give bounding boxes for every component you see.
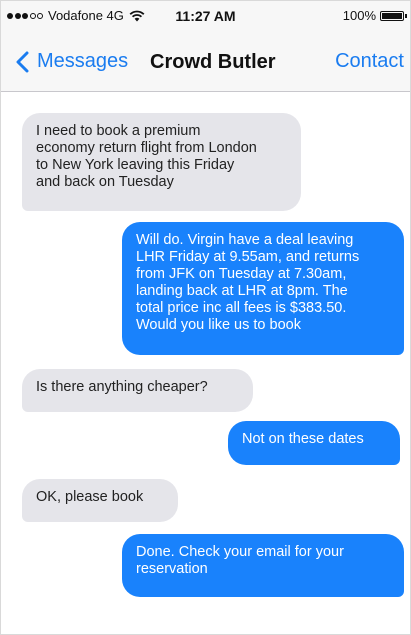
back-label: Messages xyxy=(37,50,129,72)
message-bubble-received: I need to book a premium economy return … xyxy=(22,113,301,211)
status-right: 100% xyxy=(342,8,407,23)
battery-percent: 100% xyxy=(342,8,376,23)
message-bubble-received: OK, please book xyxy=(22,479,178,522)
phone-screen: Vodafone 4G 11:27 AM 100% Messages Crowd… xyxy=(0,0,411,635)
conversation-title: Crowd Butler xyxy=(150,51,276,73)
message-bubble-sent: Not on these dates xyxy=(228,421,400,465)
contact-button[interactable]: Contact xyxy=(335,50,404,73)
message-bubble-received: Is there anything cheaper? xyxy=(22,369,253,412)
battery-icon xyxy=(380,10,407,21)
back-to-messages-button[interactable]: Messages xyxy=(15,50,128,73)
navigation-bar: Messages Crowd Butler Contact xyxy=(1,31,410,92)
message-bubble-sent: Done. Check your email for your reservat… xyxy=(122,534,404,597)
status-bar: Vodafone 4G 11:27 AM 100% xyxy=(1,1,410,31)
chevron-left-icon xyxy=(16,51,29,72)
message-bubble-sent: Will do. Virgin have a deal leaving LHR … xyxy=(122,222,404,355)
